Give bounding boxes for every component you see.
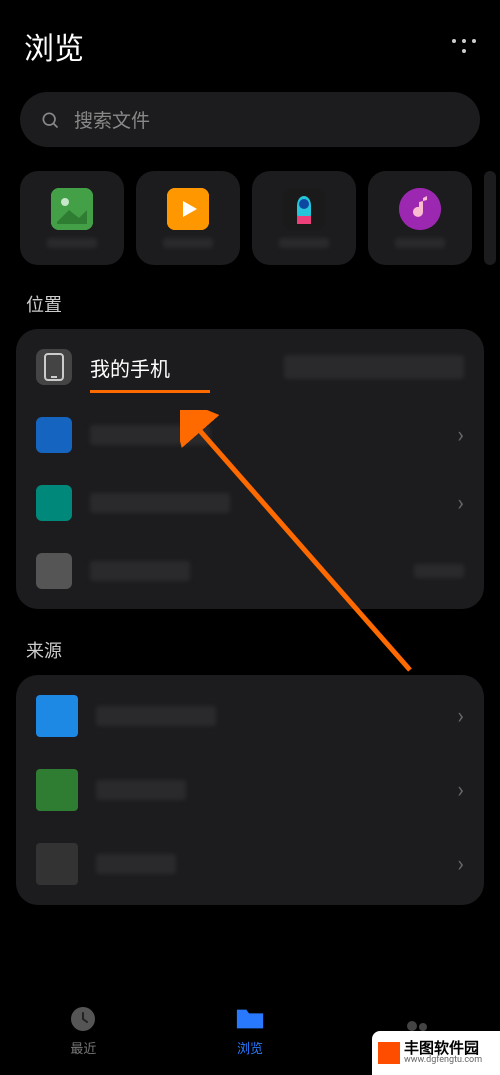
location-item[interactable] [16, 537, 484, 605]
location-label: 我的手机 [90, 353, 266, 382]
watermark-logo [378, 1042, 400, 1064]
page-title: 浏览 [24, 24, 84, 68]
chevron-right-icon: › [457, 491, 464, 516]
source-icon [36, 843, 78, 885]
folder-icon [235, 1004, 265, 1034]
search-icon [40, 110, 60, 130]
chevron-right-icon: › [457, 778, 464, 803]
search-input[interactable]: 搜索文件 [20, 92, 480, 147]
nav-label: 最近 [70, 1038, 96, 1057]
source-icon [36, 695, 78, 737]
drive-icon [36, 417, 72, 453]
category-videos[interactable] [136, 171, 240, 265]
locations-heading: 位置 [0, 291, 500, 329]
category-apps[interactable] [252, 171, 356, 265]
nav-browse[interactable]: 浏览 [210, 1004, 290, 1057]
category-audio[interactable] [368, 171, 472, 265]
watermark-url: www.dgfengtu.com [404, 1056, 482, 1066]
more-menu-button[interactable] [452, 34, 476, 58]
chevron-right-icon: › [457, 704, 464, 729]
source-item[interactable]: › [16, 679, 484, 753]
sources-heading: 来源 [0, 637, 500, 675]
source-item[interactable]: › [16, 827, 484, 901]
drive-icon [36, 485, 72, 521]
clock-icon [68, 1004, 98, 1034]
chevron-right-icon: › [457, 423, 464, 448]
image-icon [51, 188, 93, 230]
watermark: 丰图软件园 www.dgfengtu.com [372, 1031, 500, 1075]
category-more[interactable] [484, 171, 496, 265]
watermark-name: 丰图软件园 [404, 1040, 482, 1057]
phone-icon [36, 349, 72, 385]
nav-label: 浏览 [237, 1038, 263, 1057]
source-icon [36, 769, 78, 811]
location-my-phone[interactable]: 我的手机 [16, 333, 484, 401]
source-item[interactable]: › [16, 753, 484, 827]
sources-card: › › › [16, 675, 484, 905]
location-item[interactable]: › [16, 469, 484, 537]
video-icon [167, 188, 209, 230]
audio-icon [399, 188, 441, 230]
search-placeholder: 搜索文件 [74, 106, 150, 133]
drive-icon [36, 553, 72, 589]
locations-card: 我的手机 › › [16, 329, 484, 609]
category-images[interactable] [20, 171, 124, 265]
nav-recent[interactable]: 最近 [43, 1004, 123, 1057]
location-item[interactable]: › [16, 401, 484, 469]
category-row [0, 171, 500, 291]
chevron-right-icon: › [457, 852, 464, 877]
app-icon [283, 188, 325, 230]
